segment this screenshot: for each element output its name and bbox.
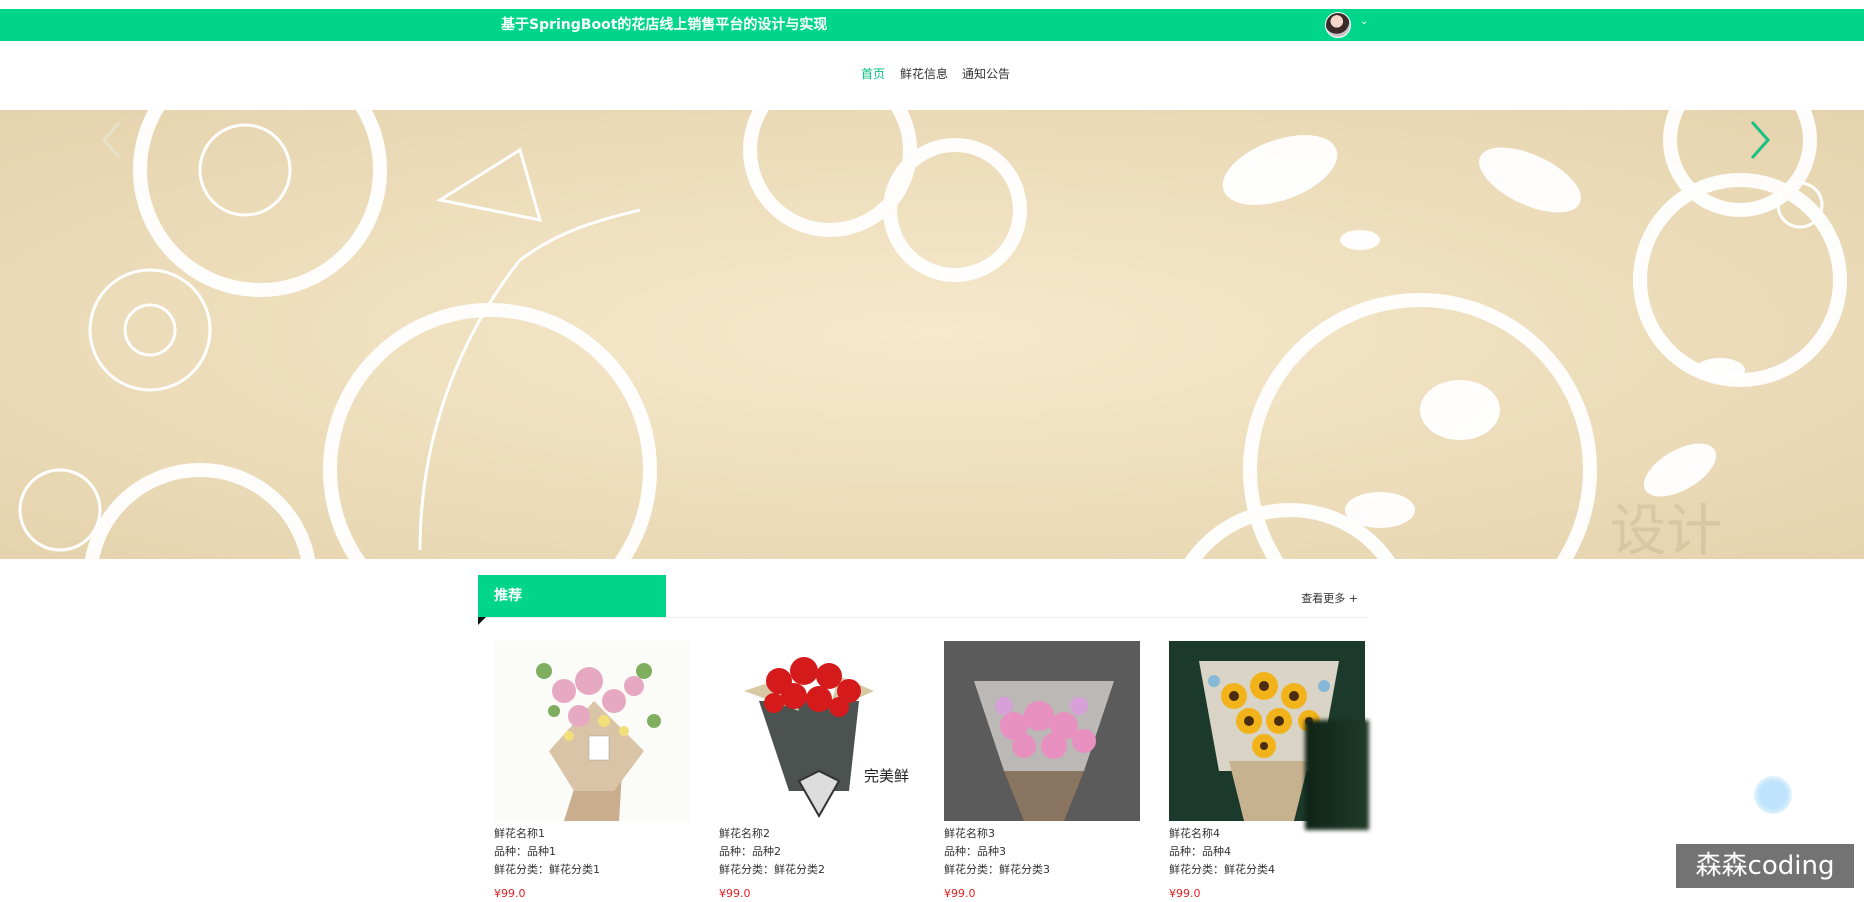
product-name: 鲜花名称3 — [944, 827, 995, 840]
product-image-text: 完美鲜 — [864, 767, 909, 785]
product-name: 鲜花名称2 — [719, 827, 770, 840]
product-category: 鲜花分类：鲜花分类2 — [719, 863, 825, 876]
user-avatar[interactable] — [1325, 12, 1351, 38]
recommend-header: 推荐 查看更多 + — [478, 575, 1368, 625]
product-variety: 品种：品种1 — [494, 845, 556, 858]
product-category: 鲜花分类：鲜花分类3 — [944, 863, 1050, 876]
floating-action-button[interactable] — [1754, 776, 1792, 814]
top-header-bar: 基于SpringBoot的花店线上销售平台的设计与实现 ⌄ — [0, 9, 1864, 41]
obscured-overlay — [1305, 720, 1369, 830]
nav-item-flowers[interactable]: 鲜花信息 — [900, 65, 948, 83]
product-variety: 品种：品种3 — [944, 845, 1006, 858]
product-price: ¥99.0 — [494, 887, 526, 900]
product-price: ¥99.0 — [719, 887, 751, 900]
banner-image: 设计 — [0, 110, 1864, 559]
product-image[interactable] — [494, 641, 690, 821]
product-image[interactable]: 完美鲜 — [719, 641, 915, 821]
product-card[interactable]: 完美鲜 鲜花名称2 品种：品种2 鲜花分类：鲜花分类2 ¥99.0 — [719, 641, 915, 902]
hero-carousel[interactable]: 设计 — [0, 110, 1864, 559]
carousel-next-arrow[interactable] — [1740, 110, 1780, 170]
watermark: 森森coding — [1676, 844, 1854, 888]
product-name: 鲜花名称1 — [494, 827, 545, 840]
product-image[interactable] — [944, 641, 1140, 821]
product-variety: 品种：品种4 — [1169, 845, 1231, 858]
main-nav: 首页 鲜花信息 通知公告 — [0, 41, 1864, 110]
product-card[interactable]: 鲜花名称1 品种：品种1 鲜花分类：鲜花分类1 ¥99.0 — [494, 641, 690, 902]
chevron-down-icon[interactable]: ⌄ — [1360, 16, 1368, 27]
product-grid: 鲜花名称1 品种：品种1 鲜花分类：鲜花分类1 ¥99.0 完美鲜 鲜花名称2 … — [494, 641, 1374, 902]
carousel-prev-arrow[interactable] — [92, 110, 132, 170]
recommend-title: 推荐 — [478, 575, 666, 617]
product-category: 鲜花分类：鲜花分类1 — [494, 863, 600, 876]
banner-corner-text: 设计 — [1610, 499, 1722, 559]
nav-item-notices[interactable]: 通知公告 — [962, 65, 1010, 83]
tab-corner-decoration — [478, 617, 486, 625]
product-price: ¥99.0 — [944, 887, 976, 900]
site-title: 基于SpringBoot的花店线上销售平台的设计与实现 — [501, 17, 828, 33]
product-category: 鲜花分类：鲜花分类4 — [1169, 863, 1275, 876]
view-more-link[interactable]: 查看更多 + — [1301, 590, 1358, 606]
product-variety: 品种：品种2 — [719, 845, 781, 858]
product-price: ¥99.0 — [1169, 887, 1201, 900]
product-card[interactable]: 鲜花名称3 品种：品种3 鲜花分类：鲜花分类3 ¥99.0 — [944, 641, 1140, 902]
nav-item-home[interactable]: 首页 — [861, 65, 885, 83]
